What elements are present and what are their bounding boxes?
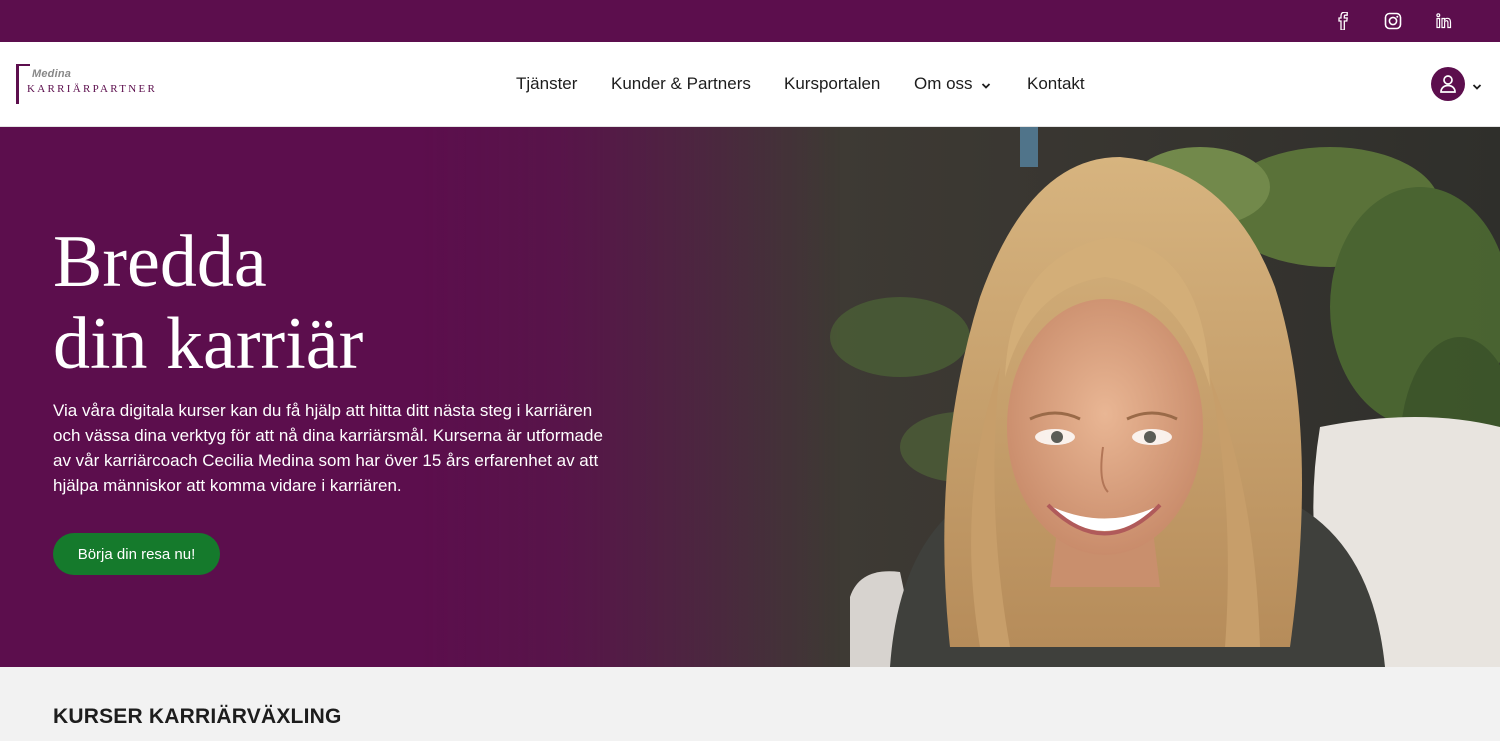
site-logo[interactable]: Medina KARRIÄRPARTNER xyxy=(16,64,176,106)
courses-heading: KURSER KARRIÄRVÄXLING xyxy=(53,705,342,729)
hero-title-line-2: din karriär xyxy=(53,303,364,385)
hero-description: Via våra digitala kurser kan du få hjälp… xyxy=(53,401,603,495)
site-header: Medina KARRIÄRPARTNER Tjänster Kunder & … xyxy=(0,42,1500,127)
facebook-icon[interactable] xyxy=(1333,11,1353,31)
logo-tick xyxy=(16,64,30,66)
nav-item-om-oss[interactable]: Om oss xyxy=(914,74,991,95)
courses-section: KURSER KARRIÄRVÄXLING xyxy=(0,667,1500,741)
logo-top-text: Medina xyxy=(32,68,72,80)
top-social-bar xyxy=(0,0,1500,42)
nav-item-om-oss-label: Om oss xyxy=(914,74,973,93)
account-button[interactable] xyxy=(1431,67,1465,101)
user-icon xyxy=(1440,75,1456,93)
instagram-icon[interactable] xyxy=(1383,11,1403,31)
hero-title: Bredda din karriär xyxy=(53,221,653,385)
logo-bar xyxy=(16,64,19,104)
nav-item-tjanster[interactable]: Tjänster xyxy=(516,74,577,94)
nav-item-kontakt[interactable]: Kontakt xyxy=(1027,74,1085,94)
hero-gradient-overlay xyxy=(0,127,1500,667)
nav-item-kunder-partners[interactable]: Kunder & Partners xyxy=(611,74,751,94)
chevron-down-icon xyxy=(981,75,991,95)
hero-section: Bredda din karriär Via våra digitala kur… xyxy=(0,127,1500,667)
logo-main-text: KARRIÄRPARTNER xyxy=(27,83,158,95)
linkedin-icon[interactable] xyxy=(1434,11,1454,31)
nav-item-kursportalen[interactable]: Kursportalen xyxy=(784,74,880,94)
account-chevron-down-icon[interactable] xyxy=(1472,78,1482,96)
courses-heading-bold: KURSER xyxy=(53,705,143,728)
courses-heading-rest: KARRIÄRVÄXLING xyxy=(142,705,342,728)
hero-title-line-1: Bredda xyxy=(53,221,267,303)
start-journey-button[interactable]: Börja din resa nu! xyxy=(53,533,220,575)
